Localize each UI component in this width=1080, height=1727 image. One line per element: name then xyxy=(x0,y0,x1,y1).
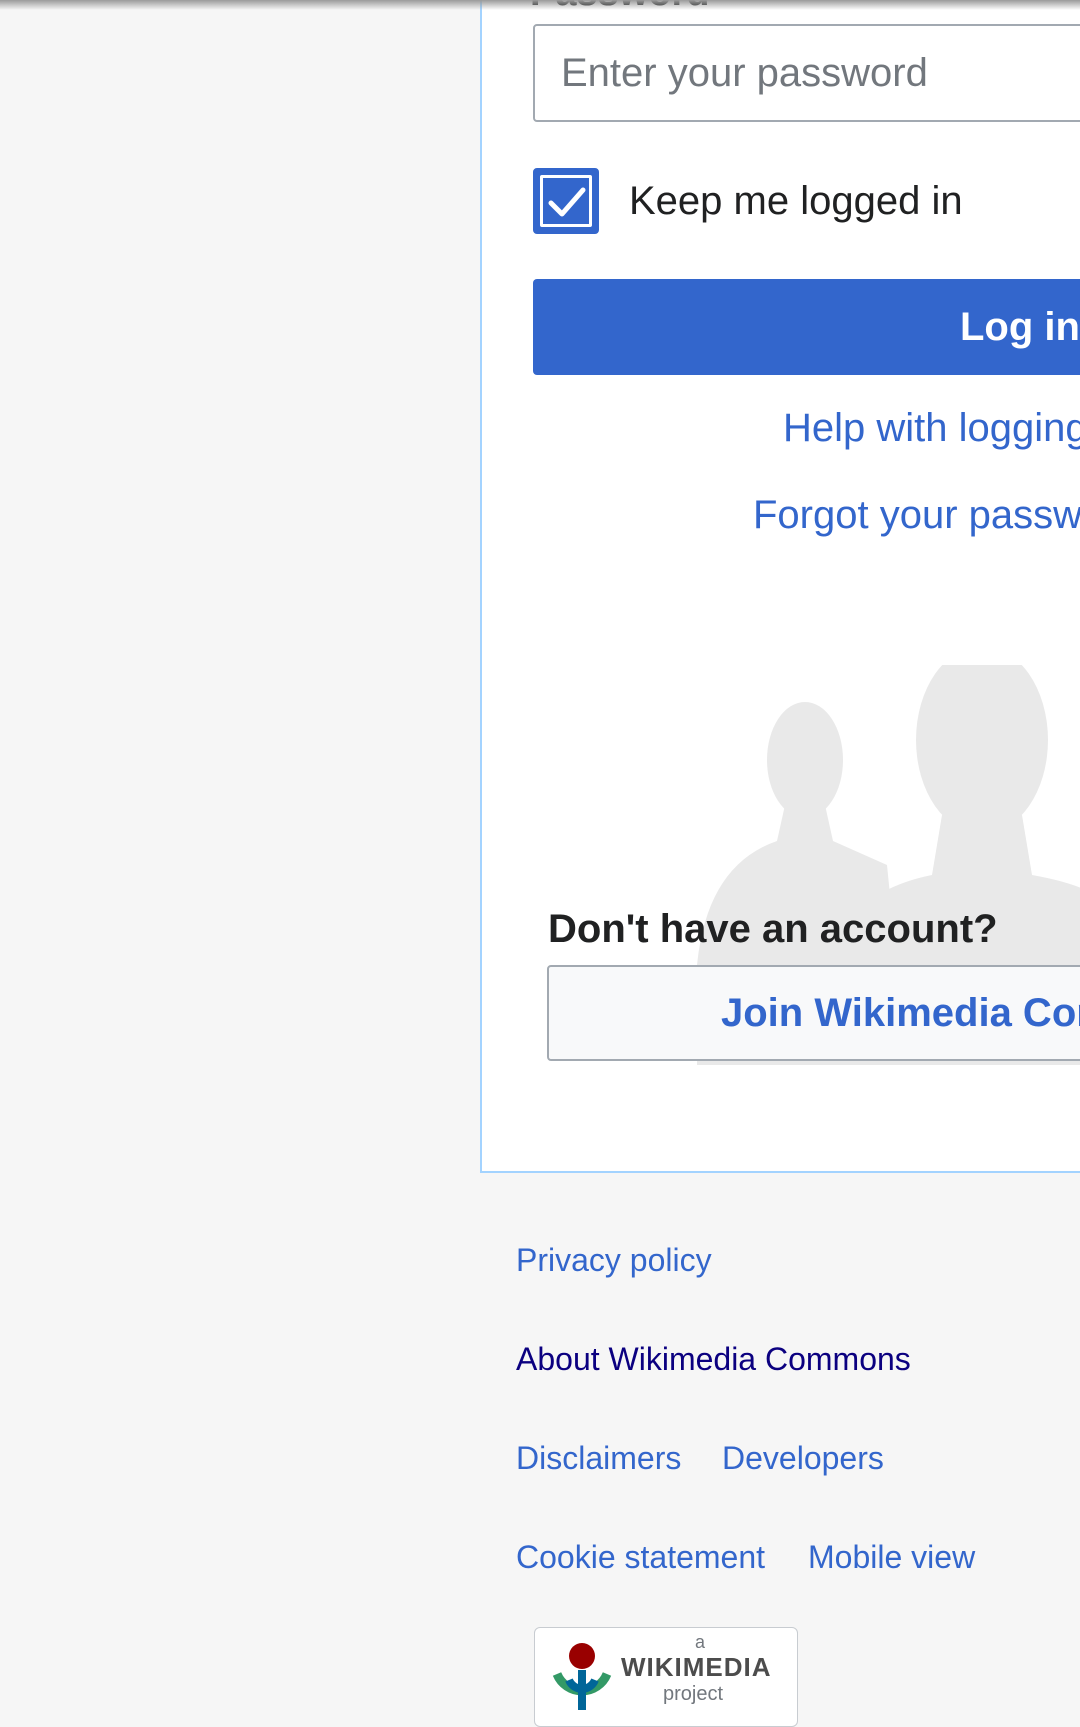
login-button[interactable]: Log in xyxy=(533,279,1080,375)
password-input[interactable] xyxy=(533,24,1080,122)
wikimedia-project-badge[interactable]: a WIKIMEDIA project xyxy=(534,1627,798,1727)
developers-link[interactable]: Developers xyxy=(722,1440,884,1477)
checkmark-icon xyxy=(548,187,586,217)
forgot-password-link[interactable]: Forgot your password? xyxy=(753,493,1080,538)
help-logging-in-link[interactable]: Help with logging in xyxy=(783,406,1080,451)
about-link[interactable]: About Wikimedia Commons xyxy=(516,1341,911,1378)
remember-me-checkbox[interactable]: Keep me logged in xyxy=(533,168,963,234)
login-card: Password Keep me logged in Log in Help w… xyxy=(480,0,1080,1173)
create-account-button[interactable]: Join Wikimedia Commons xyxy=(547,965,1080,1061)
remember-me-label: Keep me logged in xyxy=(629,178,963,223)
privacy-policy-link[interactable]: Privacy policy xyxy=(516,1242,712,1279)
cookie-statement-link[interactable]: Cookie statement xyxy=(516,1539,765,1576)
no-account-heading: Don't have an account? xyxy=(548,907,998,951)
disclaimers-link[interactable]: Disclaimers xyxy=(516,1440,681,1477)
badge-prefix: a xyxy=(695,1632,706,1652)
mobile-view-link[interactable]: Mobile view xyxy=(808,1539,975,1576)
badge-name: WIKIMEDIA xyxy=(621,1652,772,1682)
top-shadow xyxy=(0,0,1080,10)
badge-suffix: project xyxy=(663,1683,724,1705)
wikimedia-logo-icon xyxy=(552,1643,612,1710)
checkbox-checked[interactable] xyxy=(533,168,599,234)
